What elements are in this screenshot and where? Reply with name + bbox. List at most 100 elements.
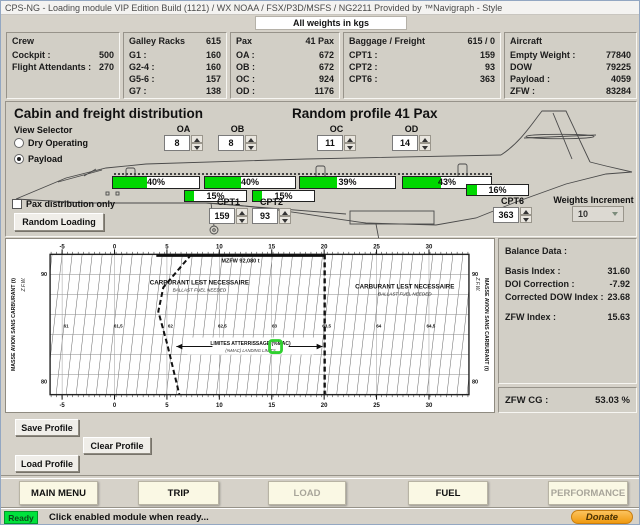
oa-spinner-caption: OA <box>164 124 203 134</box>
seat-dots <box>302 173 492 175</box>
trip-button[interactable]: TRIP <box>138 481 219 505</box>
load-profile-button[interactable]: Load Profile <box>15 455 79 472</box>
weights-increment-select[interactable]: 10 <box>572 206 624 222</box>
svg-text:64: 64 <box>376 324 382 329</box>
svg-text:-5: -5 <box>59 403 65 409</box>
random-loading-button[interactable]: Random Loading <box>14 213 104 231</box>
oa-spinner-value[interactable]: 8 <box>164 135 190 151</box>
balance-row: Basis Index :31.60 <box>499 265 636 278</box>
baggage-row: CPT2 :93 <box>344 61 500 73</box>
od-spinner-arrows[interactable] <box>419 135 431 151</box>
y-tick-80: 80 <box>41 380 47 386</box>
ob-spinner-arrows[interactable] <box>245 135 257 151</box>
profile-title: Random profile 41 Pax <box>292 106 438 121</box>
donate-button[interactable]: Donate <box>571 510 633 524</box>
weights-increment-value: 10 <box>578 209 588 219</box>
galley-row: G5-6 :157 <box>124 73 226 85</box>
pax-title: Pax <box>236 35 252 47</box>
pax-row: OD :1176 <box>231 85 339 97</box>
pax-panel: Pax41 Pax OA :672 OB :672 OC :924 OD :11… <box>230 32 340 99</box>
aircraft-row: Payload :4059 <box>505 73 636 85</box>
cpt2-spinner-arrows[interactable] <box>279 208 291 224</box>
aircraft-row: Empty Weight :77840 <box>505 49 636 61</box>
svg-text:5: 5 <box>165 244 169 250</box>
save-profile-button[interactable]: Save Profile <box>15 419 79 436</box>
svg-text:15: 15 <box>268 244 275 250</box>
balance-row: Corrected DOW Index :23.68 <box>499 291 636 304</box>
pax-row: OC :924 <box>231 73 339 85</box>
aircraft-panel: Aircraft Empty Weight :77840 DOW79225 Pa… <box>504 32 637 99</box>
cpt6-spinner: CPT6 363 <box>493 196 532 223</box>
svg-text:20: 20 <box>321 403 328 409</box>
y-tick-80: 80 <box>472 380 478 386</box>
svg-text:5: 5 <box>165 403 169 409</box>
cg-envelope-plot: -5-50055101015152020252530306161,56262,5… <box>6 239 494 412</box>
od-spinner-value[interactable]: 14 <box>392 135 418 151</box>
main-menu-button[interactable]: MAIN MENU <box>19 481 98 505</box>
oc-spinner: OC 11 <box>317 124 356 151</box>
svg-text:30: 30 <box>426 403 433 409</box>
od-spinner: OD 14 <box>392 124 431 151</box>
zfw-cg-label: ZFW CG : <box>505 394 548 407</box>
landing-limits-label-fr: LIMITES ATTERRISSAGE (%MAC) <box>210 341 291 347</box>
cpt2-spinner-value[interactable]: 93 <box>252 208 278 224</box>
aircraft-row: ZFW :83284 <box>505 85 636 97</box>
cpt6-spinner-arrows[interactable] <box>520 207 532 223</box>
svg-text:-5: -5 <box>59 244 65 250</box>
svg-text:62,5: 62,5 <box>218 324 227 329</box>
cpt1-spinner: CPT1 159 <box>209 197 248 224</box>
mzfw-label: MZFW 92,080 t <box>221 258 259 264</box>
galley-panel: Galley Racks615 G1 :160 G2-4 :160 G5-6 :… <box>123 32 227 99</box>
ballast-fuel-label-en: BALLAST FUEL NEEDED <box>378 291 432 296</box>
oc-spinner-value[interactable]: 11 <box>317 135 343 151</box>
pax-distribution-only-checkbox[interactable]: Pax distribution only <box>12 199 115 209</box>
oc-spinner-arrows[interactable] <box>344 135 356 151</box>
balance-title: Balance Data : <box>505 245 567 258</box>
ballast-fuel-label-en: BALLAST FUEL NEEDED <box>173 287 227 292</box>
status-message: Click enabled module when ready... <box>49 512 209 523</box>
title-bar: CPS-NG - Loading module VIP Edition Buil… <box>1 1 639 15</box>
cpt6-spinner-caption: CPT6 <box>493 196 532 206</box>
baggage-panel: Baggage / Freight615 / 0 CPT1 :159 CPT2 … <box>343 32 501 99</box>
svg-text:25: 25 <box>373 244 380 250</box>
svg-text:0: 0 <box>113 244 117 250</box>
right-axis-sublabel: Z.F.W. <box>474 276 480 291</box>
galley-row: G2-4 :160 <box>124 61 226 73</box>
crew-title: Crew <box>12 35 34 47</box>
svg-text:15: 15 <box>268 403 275 409</box>
right-axis-label: MASSE AVION SANS CARBURANT (t) <box>483 278 489 371</box>
weights-unit-banner: All weights in kgs <box>255 16 407 30</box>
cpt1-spinner-value[interactable]: 159 <box>209 208 235 224</box>
y-tick-90: 90 <box>41 272 47 278</box>
svg-text:61,5: 61,5 <box>114 324 123 329</box>
cpt6-load-bar: 16% <box>466 184 529 196</box>
status-bar: Ready Click enabled module when ready...… <box>1 508 639 525</box>
svg-text:10: 10 <box>216 244 223 250</box>
svg-text:61: 61 <box>64 324 70 329</box>
divider <box>1 475 639 479</box>
crew-row: Cockpit :500 <box>7 49 119 61</box>
cpt6-spinner-value[interactable]: 363 <box>493 207 519 223</box>
radio-payload[interactable]: Payload <box>14 154 63 164</box>
chevron-down-icon <box>612 212 618 216</box>
aircraft-row: DOW79225 <box>505 61 636 73</box>
seat-dots <box>114 173 300 175</box>
oa-spinner-arrows[interactable] <box>191 135 203 151</box>
aft-limit-line <box>158 254 191 394</box>
cpt1-spinner-caption: CPT1 <box>209 197 248 207</box>
radio-dry-operating[interactable]: Dry Operating <box>14 138 88 148</box>
pax-row: OB :672 <box>231 61 339 73</box>
radio-dot <box>14 138 24 148</box>
cpt1-spinner-arrows[interactable] <box>236 208 248 224</box>
fuel-button[interactable]: FUEL <box>408 481 488 505</box>
galley-row: G1 :160 <box>124 49 226 61</box>
oa-spinner: OA 8 <box>164 124 203 151</box>
ob-spinner-value[interactable]: 8 <box>218 135 244 151</box>
balance-row: ZFW Index :15.63 <box>499 311 636 324</box>
ready-badge: Ready <box>4 511 38 524</box>
ob-load-bar: 40% <box>204 176 296 189</box>
crew-panel: Crew Cockpit :500 Flight Attendants :270 <box>6 32 120 99</box>
clear-profile-button[interactable]: Clear Profile <box>83 437 151 454</box>
radio-dot <box>14 154 24 164</box>
oa-load-bar: 40% <box>112 176 200 189</box>
